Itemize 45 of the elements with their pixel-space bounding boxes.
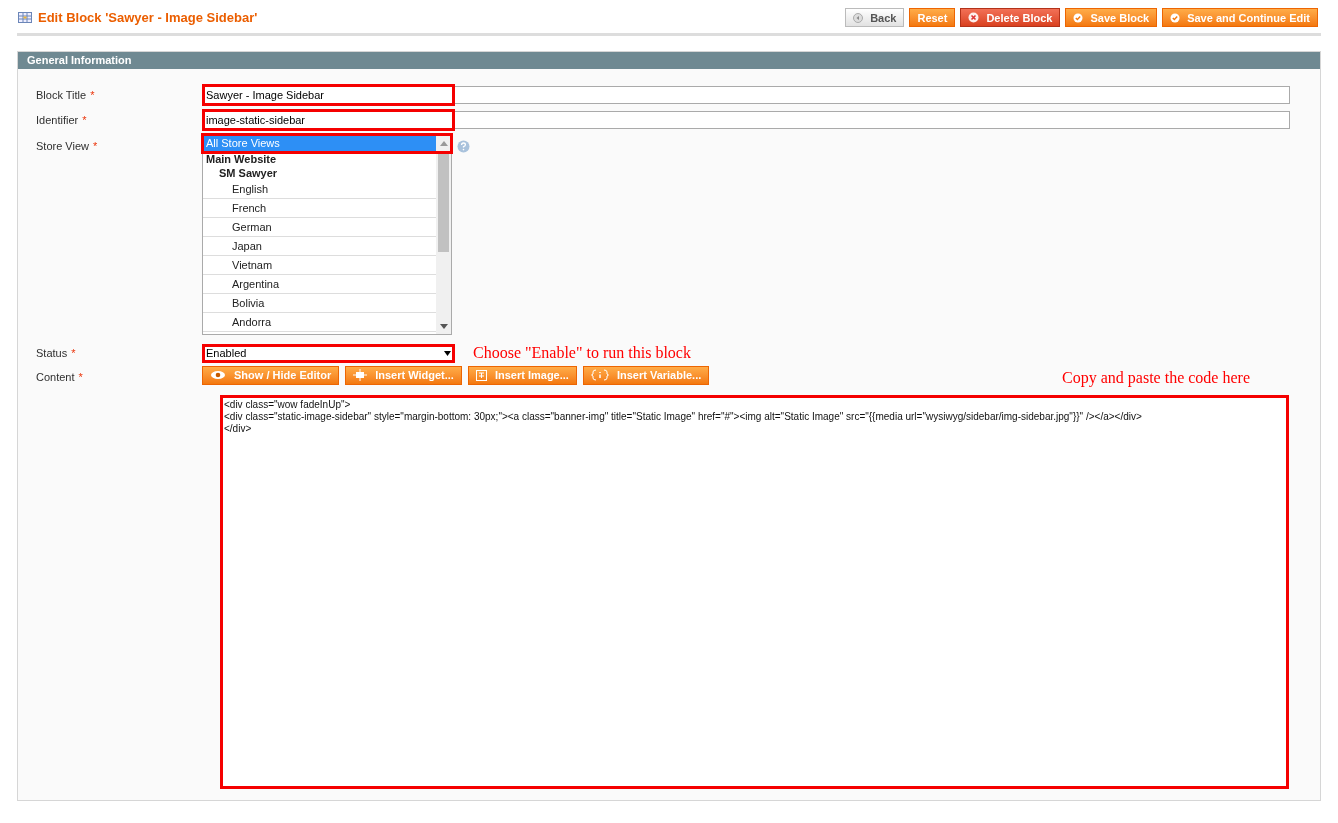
back-icon (853, 12, 864, 23)
store-view-option[interactable]: Andorra (203, 312, 436, 332)
scroll-up-icon[interactable] (439, 140, 448, 146)
field-label: Block Title (36, 87, 87, 103)
page-title: Edit Block 'Sawyer - Image Sidebar' (38, 9, 258, 27)
required-mark: * (82, 112, 87, 128)
help-icon (457, 139, 470, 153)
scrollbar[interactable] (436, 134, 451, 334)
annotation-note: Copy and paste the code here (1062, 367, 1250, 389)
checkmark-icon (1073, 12, 1084, 23)
required-mark: * (78, 370, 83, 386)
store-view-option[interactable]: Argentina (203, 274, 436, 294)
eye-icon (210, 370, 226, 380)
image-icon (475, 369, 487, 381)
field-label: Identifier (36, 112, 79, 128)
text-input[interactable]: image-static-sidebar (202, 111, 1290, 129)
required-mark: * (90, 87, 95, 103)
widget-icon (353, 369, 368, 381)
back-button[interactable]: Back (845, 8, 905, 28)
store-view-option[interactable]: German (203, 217, 436, 237)
content-editor[interactable]: <div class="wow fadeInUp"> <div class="static-image-sidebar" style="margin-bottom: 30px;"><a class="banner-img" title="Static Image" href="#"><img alt="Static Image" src="{{media url="wysiwyg/sidebar/img-sidebar.jpg"}}" /></a></div> </div> (220, 394, 1289, 789)
close-icon (968, 12, 980, 24)
required-mark: * (93, 138, 98, 154)
option-group-label: Main Website (205, 151, 278, 166)
store-view-option[interactable]: English (203, 179, 436, 199)
delete-button[interactable]: Delete Block (960, 8, 1061, 28)
field-label: Content (36, 370, 75, 386)
required-mark: * (71, 345, 76, 361)
dropdown-caret-icon (444, 350, 451, 356)
store-view-option[interactable]: Bolivia (203, 293, 436, 313)
store-view-option[interactable]: French (203, 198, 436, 218)
field-label: Status (36, 345, 68, 361)
store-view-option[interactable]: Japan (203, 236, 436, 256)
annotation-note: Choose "Enable" to run this block (473, 343, 691, 363)
store-view-list[interactable]: All Store Views Main Website SM Sawyer English French German Japan Vietnam Argentina Bolivia Andorra (202, 133, 452, 335)
checkmark-icon (1170, 12, 1181, 23)
text-input[interactable]: Sawyer - Image Sidebar (202, 86, 1290, 104)
option-group-label: SM Sawyer (218, 165, 279, 180)
section-header: General Information (18, 51, 1320, 69)
field-label: Store View (36, 138, 89, 154)
scroll-down-icon[interactable] (439, 323, 448, 329)
variable-icon (590, 369, 609, 381)
store-view-option[interactable]: Vietnam (203, 255, 436, 275)
status-select[interactable]: Enabled (202, 343, 455, 363)
grid-icon (18, 12, 32, 24)
